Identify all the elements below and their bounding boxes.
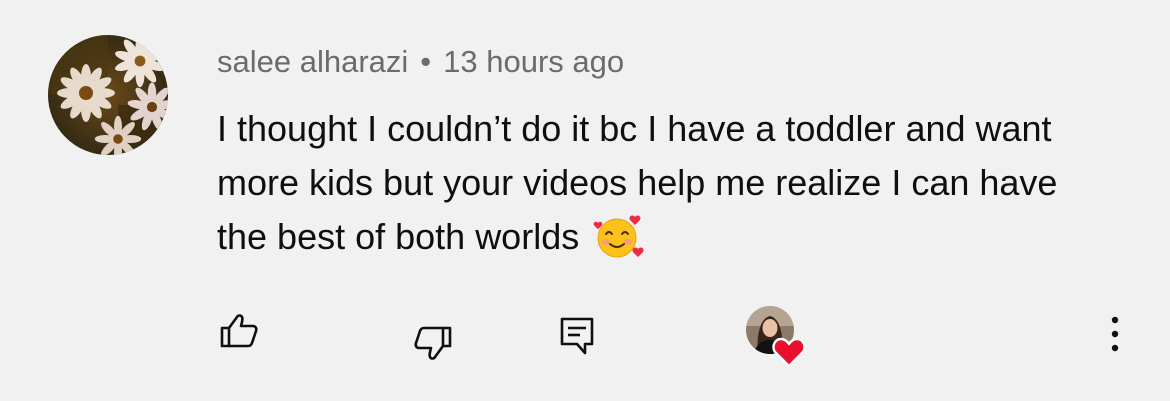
dislike-button[interactable] <box>408 318 458 368</box>
meta-separator: • <box>420 44 432 79</box>
like-button[interactable] <box>214 306 264 356</box>
reply-comment-icon <box>560 317 594 355</box>
smiling-face-with-hearts-icon <box>593 213 645 259</box>
avatar-image <box>48 35 168 155</box>
heart-icon <box>772 337 806 368</box>
author-name[interactable]: salee alharazi <box>217 44 408 79</box>
more-vertical-icon <box>1111 316 1119 352</box>
comment-meta: salee alharazi • 13 hours ago <box>217 42 624 82</box>
author-avatar[interactable] <box>48 35 168 155</box>
creator-heart-badge[interactable] <box>746 306 808 368</box>
comment-body: I thought I couldn’t do it bc I have a t… <box>217 102 1117 264</box>
comment-timestamp[interactable]: 13 hours ago <box>443 44 624 79</box>
more-options-button[interactable] <box>1098 310 1132 358</box>
thumbs-up-icon <box>220 314 258 348</box>
thumbs-down-icon <box>414 326 452 360</box>
reply-button[interactable] <box>552 310 602 360</box>
